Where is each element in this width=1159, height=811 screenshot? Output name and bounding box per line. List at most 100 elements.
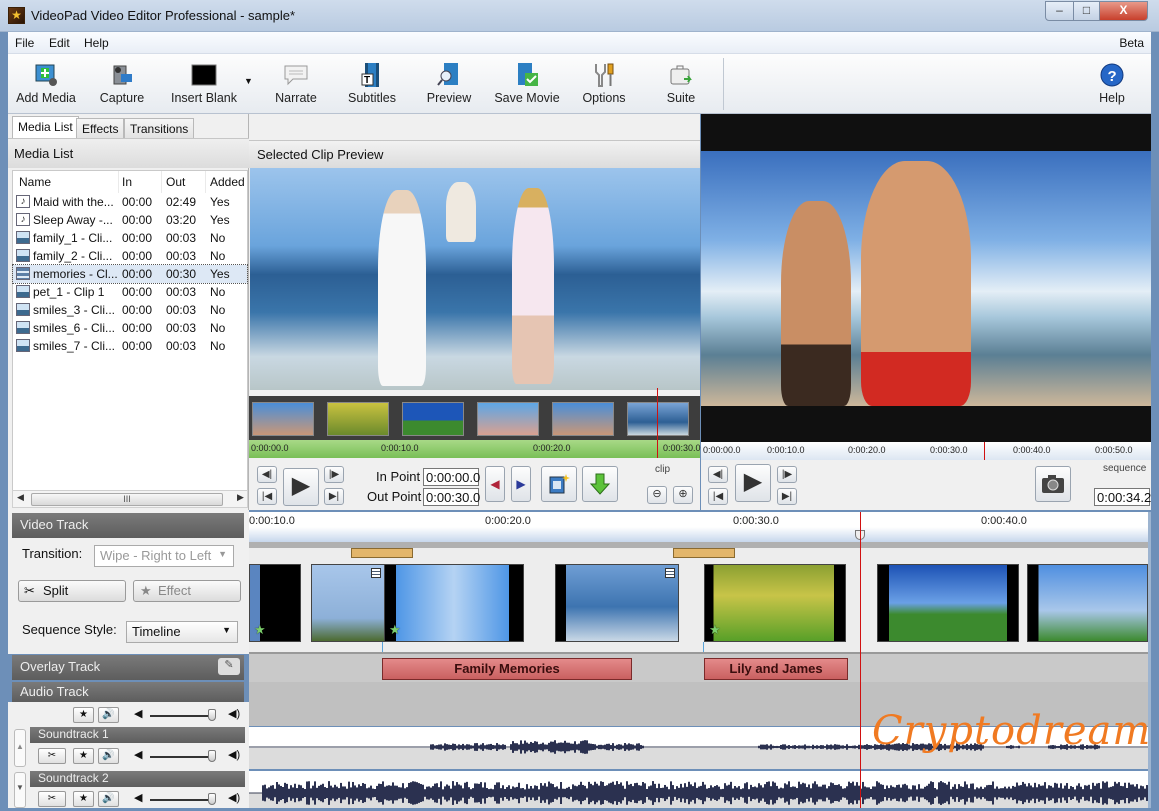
audio-volume-button[interactable]: 🔊 [98,707,119,723]
maximize-button[interactable]: □ [1073,1,1100,21]
menu-edit[interactable]: Edit [49,36,70,50]
seq-next-frame-button[interactable]: |▶ [777,466,797,483]
in-point-field[interactable]: 0:00:00.0 [423,468,480,486]
soundtrack-1-effect-button[interactable]: ★ [73,748,94,764]
clip-mode-tab[interactable]: clip [655,464,670,475]
transition-marker[interactable] [351,548,413,558]
audio-volume-knob[interactable] [208,709,216,721]
sequence-preview-video[interactable] [701,114,1151,442]
column-added[interactable]: Added [210,171,248,193]
close-button[interactable]: X [1099,1,1148,21]
set-in-point-button[interactable]: ◀ [485,466,505,502]
media-list-row[interactable]: smiles_3 - Cli... 00:00 00:03 No [13,301,247,319]
scroll-down-button[interactable]: ▼ [14,772,26,808]
save-movie-button[interactable]: Save Movie [492,56,562,112]
soundtrack-1-volume-button[interactable]: 🔊 [98,748,119,764]
timeline-clip[interactable] [555,564,679,642]
scroll-left-arrow[interactable]: ◀ [17,492,24,503]
go-end-button[interactable]: ▶| [324,488,344,505]
sequence-playhead[interactable] [984,442,985,460]
split-button[interactable]: ✂ Split [18,580,126,602]
seq-prev-frame-button[interactable]: ◀| [708,466,728,483]
help-button[interactable]: ? Help [1090,56,1134,112]
menu-file[interactable]: File [15,36,34,50]
capture-button[interactable]: Capture [94,56,150,112]
media-list-row[interactable]: smiles_6 - Cli... 00:00 00:03 No [13,319,247,337]
timeline-clip[interactable]: ★ [384,564,524,642]
tab-media-list[interactable]: Media List [12,116,79,138]
suite-button[interactable]: Suite [656,56,706,112]
timeline-ruler[interactable]: 0:00:10.0 0:00:20.0 0:00:30.0 0:00:40.0 [249,512,1148,542]
clip-timeline-ruler[interactable]: 0:00:00.0 0:00:10.0 0:00:20.0 0:00:30.0 [249,440,701,458]
media-list-row[interactable]: memories - Cl... 00:00 00:30 Yes [12,264,248,284]
timeline-clip[interactable]: ★ [704,564,846,642]
tab-effects[interactable]: Effects [76,118,125,138]
scrollbar-thumb[interactable]: III [31,493,223,506]
clip-playhead[interactable] [657,388,658,458]
minimize-button[interactable]: – [1045,1,1074,21]
soundtrack-2-volume-button[interactable]: 🔊 [98,791,119,807]
clip-preview-video[interactable] [250,168,700,390]
media-list-row[interactable]: ♪ Sleep Away -... 00:00 03:20 Yes [13,211,247,229]
out-point-field[interactable]: 0:00:30.0 [423,488,480,506]
subtitles-button[interactable]: T Subtitles [342,56,402,112]
insert-blank-dropdown[interactable]: ▼ [244,76,253,86]
narrate-button[interactable]: Narrate [270,56,322,112]
clip-filmstrip[interactable] [249,396,700,440]
add-media-button[interactable]: Add Media [14,56,78,112]
soundtrack-1-volume-slider[interactable] [150,756,216,758]
sequence-style-select[interactable]: Timeline ▼ [126,621,238,643]
effect-button[interactable]: ★ Effect [133,580,241,602]
snapshot-button[interactable] [1035,466,1071,502]
zoom-out-button[interactable]: ⊖ [647,486,667,504]
zoom-in-button[interactable]: ⊕ [673,486,693,504]
soundtrack-1-volume-knob[interactable] [208,750,216,762]
edit-overlay-icon[interactable]: ✎ [218,658,240,675]
overlay-clip-family-memories[interactable]: Family Memories [382,658,632,680]
column-out[interactable]: Out [166,171,206,193]
media-list-row[interactable]: ♪ Maid with the... 00:00 02:49 Yes [13,193,247,211]
insert-blank-button[interactable]: Insert Blank [166,56,242,112]
audio-volume-slider[interactable] [150,715,216,717]
sequence-timeline-ruler[interactable]: 0:00:00.0 0:00:10.0 0:00:20.0 0:00:30.0 … [701,442,1151,460]
timeline-clip[interactable] [877,564,1019,642]
scroll-right-arrow[interactable]: ▶ [237,492,244,503]
media-list-scrollbar[interactable]: ◀ III ▶ [12,490,248,508]
timeline-clip[interactable]: ★ [249,564,301,642]
transition-marker[interactable] [673,548,735,558]
media-list-row[interactable]: family_1 - Cli... 00:00 00:03 No [13,229,247,247]
clip-menu-icon[interactable] [665,568,675,578]
scroll-up-button[interactable]: ▲ [14,729,26,767]
clip-menu-icon[interactable] [371,568,381,578]
options-button[interactable]: Options [576,56,632,112]
soundtrack-2-volume-slider[interactable] [150,799,216,801]
media-list-row[interactable]: pet_1 - Clip 1 00:00 00:03 No [13,283,247,301]
go-start-button[interactable]: |◀ [257,488,277,505]
soundtrack-1-split-button[interactable]: ✂ [38,748,66,764]
sequence-play-button[interactable]: ▶ [735,464,771,502]
soundtrack-2-effect-button[interactable]: ★ [73,791,94,807]
soundtrack-2-split-button[interactable]: ✂ [38,791,66,807]
clip-play-button[interactable]: ▶ [283,468,319,506]
column-name[interactable]: Name [19,171,119,193]
timeline-clip[interactable] [311,564,385,642]
place-clip-button[interactable] [582,466,618,502]
prev-frame-button[interactable]: ◀| [257,466,277,483]
media-list-row[interactable]: smiles_7 - Cli... 00:00 00:03 No [13,337,247,355]
tab-transitions[interactable]: Transitions [124,118,195,138]
timeline-playhead[interactable] [860,512,861,808]
sequence-time-field[interactable]: 0:00:34.2 [1094,488,1151,506]
soundtrack-2-volume-knob[interactable] [208,793,216,805]
preview-button[interactable]: Preview [422,56,476,112]
next-frame-button[interactable]: |▶ [324,466,344,483]
sequence-mode-tab[interactable]: sequence [1103,463,1146,474]
add-to-sequence-button[interactable] [541,466,577,502]
transition-select[interactable]: Wipe - Right to Left ▼ [94,545,234,567]
seq-go-start-button[interactable]: |◀ [708,488,728,505]
seq-go-end-button[interactable]: ▶| [777,488,797,505]
column-in[interactable]: In [122,171,162,193]
media-list-row[interactable]: family_2 - Cli... 00:00 00:03 No [13,247,247,265]
set-out-point-button[interactable]: ▶ [511,466,531,502]
menu-help[interactable]: Help [84,36,109,50]
timeline-clip[interactable] [1027,564,1148,642]
